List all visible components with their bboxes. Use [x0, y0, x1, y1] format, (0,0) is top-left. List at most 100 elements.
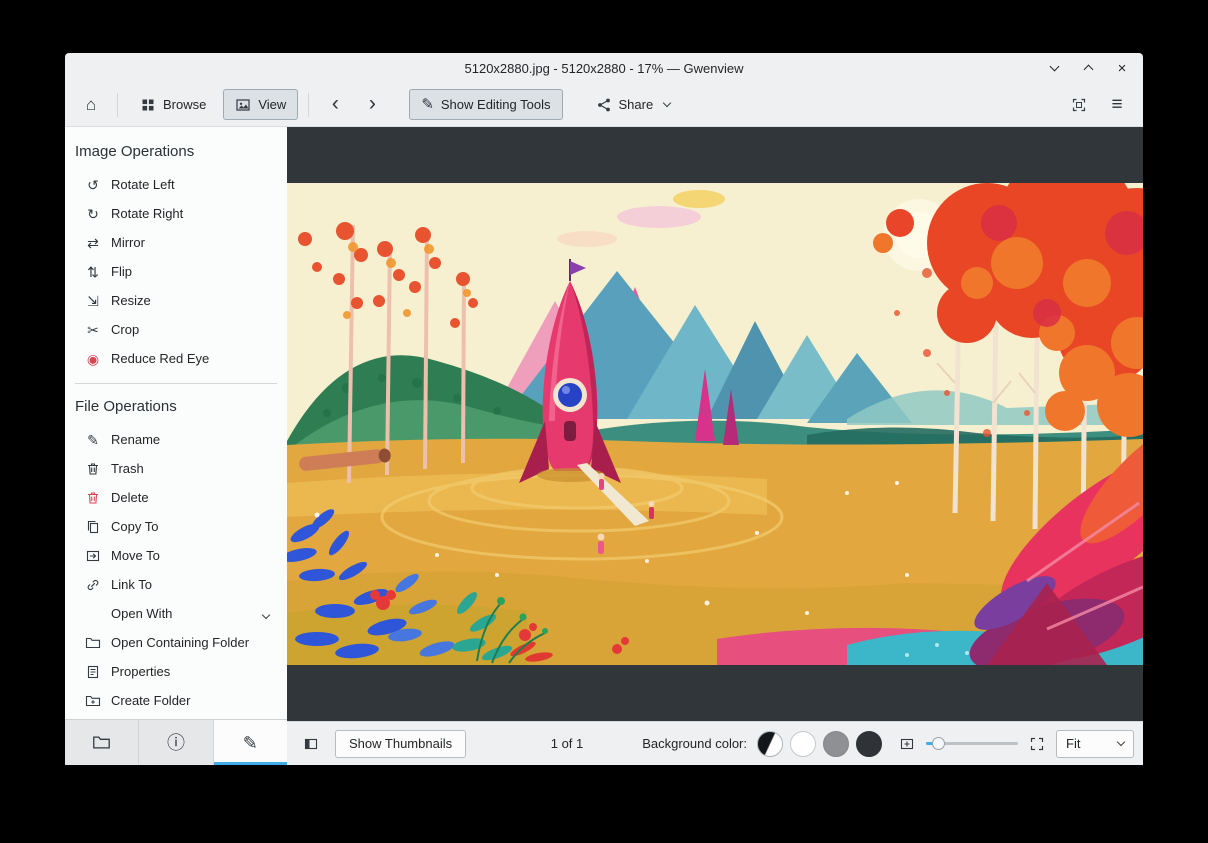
sidebar-item-open-with[interactable]: Open With [65, 599, 287, 628]
sidebar-item-label: Mirror [111, 235, 145, 250]
expand-arrows-icon [1029, 736, 1045, 752]
file-operations-heading: File Operations [75, 398, 177, 415]
sidebar-item-label: Open Containing Folder [111, 635, 250, 650]
sidebar-item-label: Delete [111, 490, 149, 505]
image-counter: 1 of 1 [550, 736, 584, 751]
toolbar-right-group: ≡ [1063, 89, 1133, 120]
tab-folders[interactable] [65, 720, 140, 765]
toggle-sidebar-button[interactable] [297, 730, 325, 758]
sidebar-item-label: Link To [111, 577, 152, 592]
sidebar-item-delete[interactable]: Delete [65, 483, 287, 512]
sidebar-item-rename[interactable]: ✎ Rename [65, 425, 287, 454]
hamburger-menu-icon: ≡ [1111, 94, 1123, 115]
flip-icon: ⇅ [87, 263, 99, 280]
chevron-down-icon [1116, 737, 1126, 747]
sidebar-item-open-containing-folder[interactable]: Open Containing Folder [65, 628, 287, 657]
sidebar-item-trash[interactable]: Trash [65, 454, 287, 483]
crop-icon: ✂ [87, 321, 99, 338]
sidebar-item-label: Rename [111, 432, 161, 447]
share-icon [596, 97, 612, 113]
show-thumbnails-label: Show Thumbnails [349, 736, 453, 751]
browse-label: Browse [163, 97, 207, 112]
sidebar-item-reduce-red-eye[interactable]: ◉ Reduce Red Eye [65, 344, 287, 373]
go-next-icon: › [368, 91, 376, 115]
pencil-icon: ✎ [242, 732, 258, 753]
sidebar-item-link-to[interactable]: Link To [65, 570, 287, 599]
zoom-to-fit-button[interactable] [896, 733, 918, 755]
window-controls: × [1045, 53, 1131, 83]
copy-icon [85, 519, 101, 535]
sidebar-item-rotate-left[interactable]: ↺ Rotate Left [65, 170, 287, 199]
main-toolbar: ⌂ Browse View ‹ › ✎ Show Editing Tools S… [65, 83, 1143, 127]
rotate-left-icon: ↺ [87, 176, 99, 193]
toolbar-separator [308, 92, 310, 117]
close-button[interactable]: × [1113, 59, 1131, 77]
link-icon [85, 577, 101, 593]
zoom-actual-size-button[interactable] [1026, 733, 1048, 755]
fit-window-to-image-button[interactable] [1063, 89, 1095, 120]
rotate-right-icon: ↻ [87, 205, 99, 222]
bg-swatch-dark[interactable] [856, 730, 882, 757]
sidebar-item-rotate-right[interactable]: ↻ Rotate Right [65, 199, 287, 228]
sidebar-tab-bar: ⓘ ✎ [65, 719, 288, 765]
hamburger-menu-button[interactable]: ≡ [1101, 89, 1133, 120]
show-editing-tools-button[interactable]: ✎ Show Editing Tools [409, 89, 563, 120]
sidebar-item-resize[interactable]: ⇲ Resize [65, 286, 287, 315]
sidebar-item-properties[interactable]: Properties [65, 657, 287, 686]
sidebar-item-flip[interactable]: ⇅ Flip [65, 257, 287, 286]
folder-icon [85, 635, 101, 651]
sidebar-item-label: Resize [111, 293, 151, 308]
properties-document-icon [85, 664, 101, 680]
minimize-icon [1049, 61, 1059, 72]
zoom-fit-icon [899, 736, 915, 752]
sidebar-item-mirror[interactable]: ⇄ Mirror [65, 228, 287, 257]
sidebar-item-label: Copy To [111, 519, 159, 534]
minimize-button[interactable] [1045, 59, 1063, 77]
bg-swatch-gray[interactable] [823, 730, 849, 757]
share-button[interactable]: Share [584, 89, 683, 120]
go-previous-button[interactable]: ‹ [319, 89, 351, 120]
toolbar-separator [117, 92, 118, 117]
sidebar-item-label: Rotate Left [111, 177, 175, 192]
sidebar-item-label: Open With [111, 606, 173, 621]
maximize-button[interactable] [1079, 59, 1097, 77]
sidebar-item-label: Crop [111, 322, 140, 337]
resize-icon: ⇲ [87, 292, 99, 309]
go-next-button[interactable]: › [356, 89, 388, 120]
home-button[interactable]: ⌂ [75, 89, 107, 120]
bg-swatch-auto[interactable] [757, 730, 783, 757]
maximize-icon [1083, 64, 1093, 75]
sidebar-item-move-to[interactable]: Move To [65, 541, 287, 570]
displayed-image [287, 183, 1143, 665]
tab-operations[interactable]: ✎ [213, 720, 288, 765]
view-button[interactable]: View [223, 89, 299, 120]
zoom-slider[interactable] [926, 734, 1018, 754]
browse-button[interactable]: Browse [128, 89, 218, 120]
zoom-mode-combobox[interactable]: Fit [1056, 729, 1134, 758]
tab-information[interactable]: ⓘ [139, 720, 214, 765]
folder-icon [92, 733, 111, 752]
delete-trash-icon [85, 490, 101, 506]
sidebar-item-create-folder[interactable]: Create Folder [65, 686, 287, 715]
chevron-down-icon [662, 98, 672, 108]
statusbar-right-group: Background color: Fit [642, 729, 1134, 758]
go-previous-icon: ‹ [331, 91, 339, 115]
titlebar[interactable]: 5120x2880.jpg - 5120x2880 - 17% — Gwenvi… [65, 53, 1143, 83]
share-label: Share [618, 97, 654, 112]
red-eye-icon: ◉ [86, 350, 100, 367]
sidebar-item-crop[interactable]: ✂ Crop [65, 315, 287, 344]
show-editing-tools-label: Show Editing Tools [440, 97, 551, 112]
sidebar-toggle-icon [303, 736, 319, 752]
show-thumbnails-button[interactable]: Show Thumbnails [335, 729, 467, 758]
sidebar-item-copy-to[interactable]: Copy To [65, 512, 287, 541]
sidebar-item-label: Move To [111, 548, 160, 563]
sidebar-item-label: Properties [111, 664, 171, 679]
zoom-slider-handle[interactable] [932, 737, 945, 750]
image-view-area[interactable] [287, 127, 1143, 721]
view-photo-icon [235, 97, 251, 113]
browse-grid-icon [140, 97, 156, 113]
main-content: Image Operations ↺ Rotate Left ↻ Rotate … [65, 127, 1143, 765]
desktop-background: { "colors": { "accent": "#3daee9", "view… [0, 0, 1208, 843]
fit-frame-icon [1071, 97, 1087, 113]
bg-swatch-white[interactable] [790, 730, 816, 757]
